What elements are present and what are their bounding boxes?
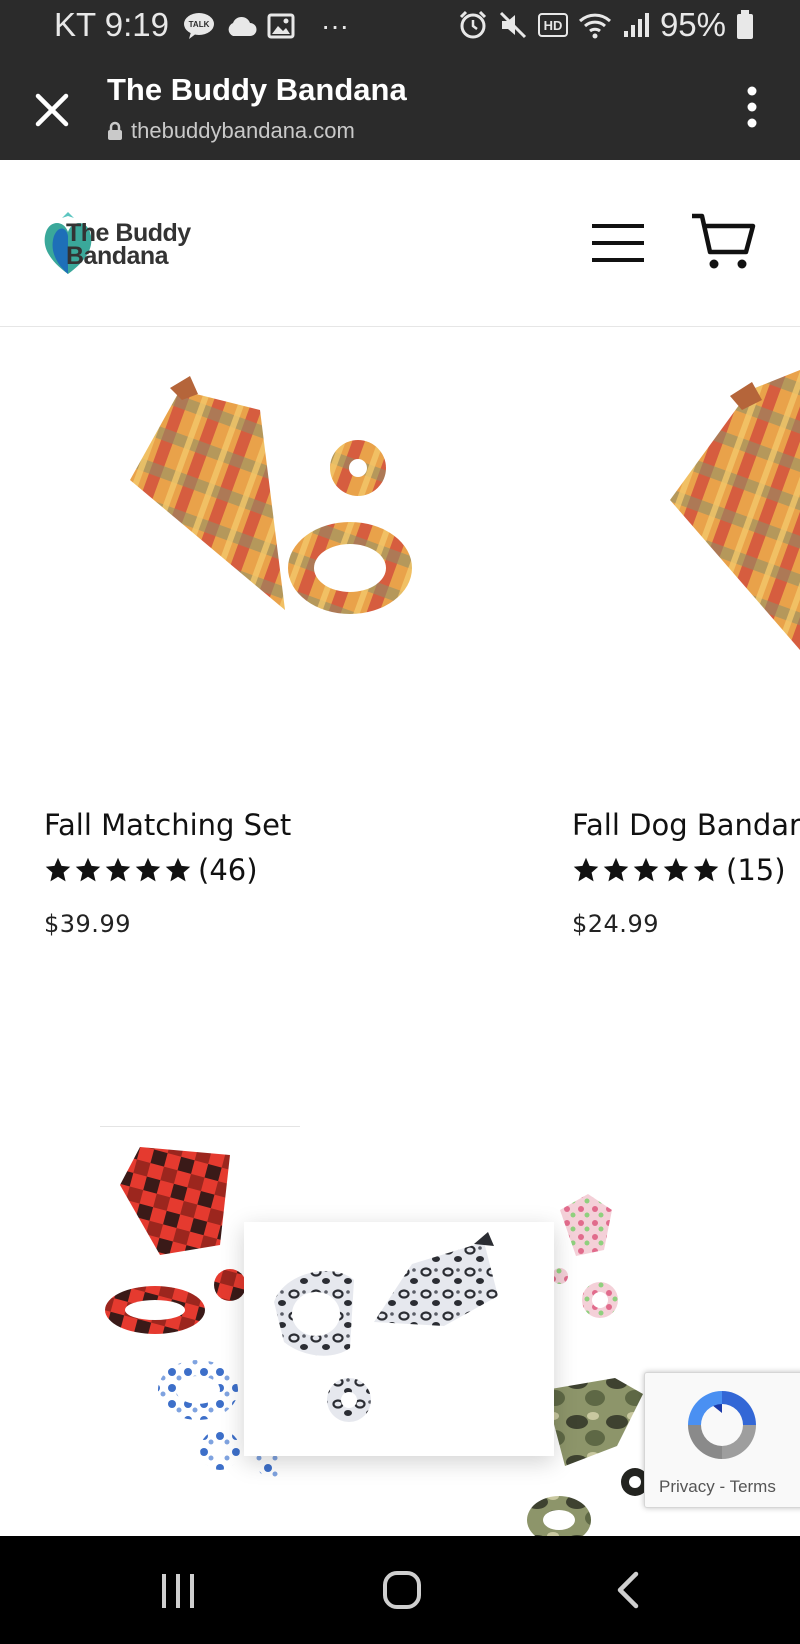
rating-stars	[44, 856, 192, 884]
star-icon	[135, 857, 161, 882]
system-nav-bar	[0, 1536, 800, 1644]
close-icon[interactable]	[26, 84, 78, 136]
product-price: $24.99	[572, 910, 659, 938]
star-icon	[693, 857, 719, 882]
star-icon	[105, 857, 131, 882]
product-image-leopard	[274, 1232, 498, 1422]
lock-icon	[108, 121, 122, 140]
status-notification-icons: TALK ···	[183, 10, 349, 42]
product-rating: (15)	[572, 853, 786, 887]
page-title: The Buddy Bandana	[107, 72, 407, 107]
recaptcha-separator: -	[719, 1477, 726, 1496]
terms-link[interactable]: Terms	[730, 1477, 776, 1496]
recaptcha-logo-icon	[688, 1391, 756, 1459]
more-vert-icon[interactable]	[742, 84, 762, 130]
site-header: The Buddy Bandana	[0, 160, 800, 327]
product-image-pink-floral[interactable]	[548, 1190, 628, 1330]
recent-apps-icon[interactable]	[160, 1572, 196, 1610]
status-system-icons: HD 95%	[458, 6, 754, 44]
battery-icon	[737, 10, 753, 39]
gallery-icon	[267, 13, 295, 39]
talk-icon: TALK	[184, 13, 214, 39]
star-icon	[165, 857, 191, 882]
recaptcha-links: Privacy - Terms	[659, 1477, 776, 1497]
product-price: $39.99	[44, 910, 131, 938]
logo-text: The Buddy Bandana	[66, 221, 191, 270]
star-icon	[75, 857, 101, 882]
url-text: thebuddybandana.com	[131, 118, 355, 143]
star-icon	[573, 857, 599, 882]
status-bar: KT 9:19 TALK ··· HD 95%	[0, 0, 800, 54]
cart-icon[interactable]	[690, 212, 756, 272]
product-image-fall-matching-set[interactable]	[110, 370, 430, 650]
privacy-link[interactable]: Privacy	[659, 1477, 715, 1496]
product-name[interactable]: Fall Matching Set	[44, 808, 291, 842]
page-url[interactable]: thebuddybandana.com	[107, 118, 355, 144]
battery-percent: 95%	[659, 6, 726, 43]
product-image-buffalo-plaid[interactable]	[100, 1135, 250, 1345]
product-image-fall-dog-bandana[interactable]	[660, 370, 800, 660]
product-name[interactable]: Fall Dog Bandar	[572, 808, 800, 842]
logo-line-2: Bandana	[66, 242, 169, 270]
star-icon	[603, 857, 629, 882]
star-icon	[45, 857, 71, 882]
star-icon	[633, 857, 659, 882]
star-icon	[663, 857, 689, 882]
product-rating: (46)	[44, 853, 258, 887]
wifi-icon	[578, 13, 611, 39]
rating-stars	[572, 856, 720, 884]
svg-text:TALK: TALK	[189, 20, 210, 29]
status-time: KT 9:19	[54, 6, 169, 43]
cloud-icon	[228, 16, 257, 36]
signal-icon	[623, 13, 649, 37]
product-preview-card[interactable]	[244, 1222, 554, 1456]
divider	[100, 1126, 300, 1127]
recaptcha-badge[interactable]: Privacy - Terms	[644, 1372, 800, 1508]
menu-icon[interactable]	[590, 222, 646, 264]
mute-icon	[499, 11, 526, 39]
review-count: (46)	[198, 853, 258, 887]
more-notifications-icon: ···	[321, 10, 349, 41]
review-count: (15)	[726, 853, 786, 887]
alarm-icon	[459, 10, 486, 39]
browser-tab-header: The Buddy Bandana thebuddybandana.com	[0, 54, 800, 160]
svg-text:HD: HD	[544, 18, 563, 33]
hd-icon: HD	[537, 13, 568, 37]
back-icon[interactable]	[612, 1570, 642, 1610]
home-icon[interactable]	[382, 1570, 422, 1610]
